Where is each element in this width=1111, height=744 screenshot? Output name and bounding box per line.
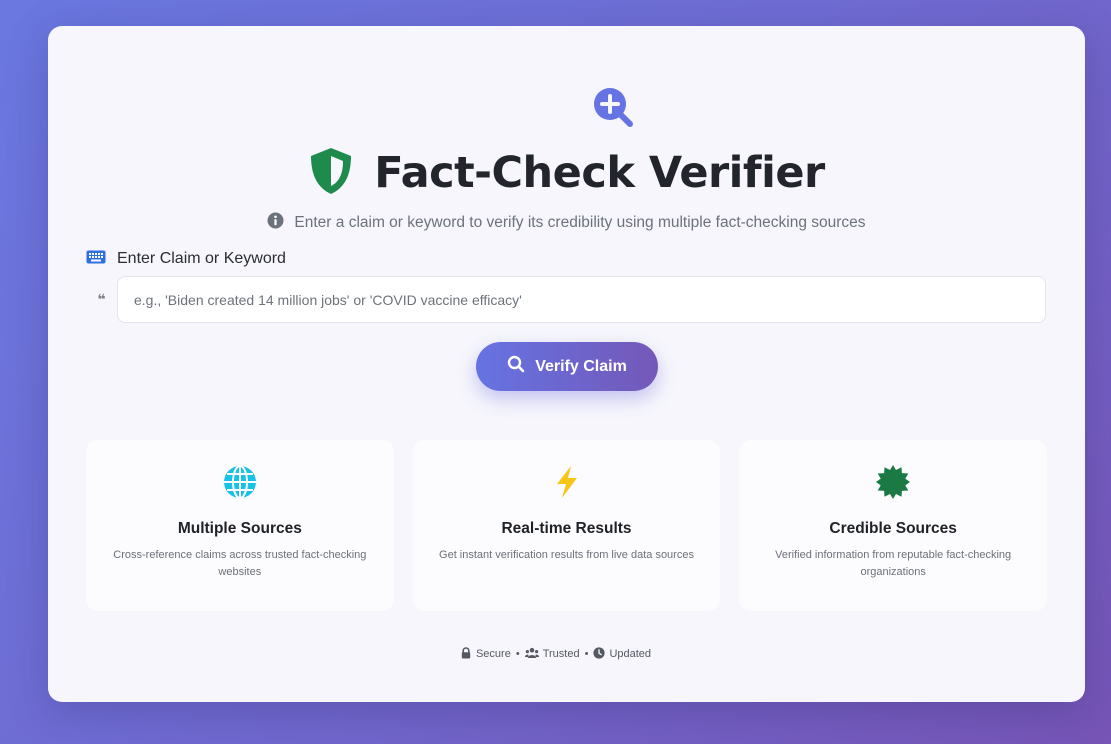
subtitle-row: Enter a claim or keyword to verify its c… (48, 212, 1085, 234)
subtitle-text: Enter a claim or keyword to verify its c… (294, 214, 866, 231)
page-title: Fact-Check Verifier (374, 148, 825, 198)
info-circle-icon (267, 212, 284, 234)
footer-trusted: Trusted (542, 648, 580, 660)
claim-input-group: ❝ (86, 276, 1046, 323)
verify-claim-button[interactable]: Verify Claim (476, 342, 658, 391)
certificate-icon (875, 464, 911, 505)
claim-input[interactable] (117, 276, 1046, 323)
feature-description: Cross-reference claims across trusted fa… (113, 549, 367, 578)
quote-left-icon: ❝ (97, 291, 106, 307)
users-icon (524, 647, 539, 662)
title-row: Fact-Check Verifier (48, 144, 1085, 202)
claim-label: Enter Claim or Keyword (117, 250, 286, 267)
footer-secure: Secure (475, 648, 511, 660)
claim-label-row: Enter Claim or Keyword (86, 248, 286, 270)
feature-card-multiple-sources: Multiple Sources Cross-reference claims … (86, 440, 394, 611)
footer-badges: Secure • Trusted • Updated (0, 645, 1111, 663)
clock-icon (593, 646, 606, 662)
lock-icon (460, 646, 472, 662)
feature-card-credible-sources: Credible Sources Verified information fr… (739, 440, 1048, 611)
feature-title: Real-time Results (501, 520, 632, 537)
shield-icon (308, 146, 354, 201)
feature-description: Get instant verification results from li… (439, 549, 694, 561)
footer-separator: • (515, 648, 520, 660)
keyboard-icon (86, 250, 106, 269)
feature-title: Multiple Sources (177, 520, 302, 537)
feature-title: Credible Sources (829, 520, 957, 537)
globe-icon (222, 464, 258, 505)
search-plus-icon (592, 86, 636, 130)
feature-description: Verified information from reputable fact… (775, 549, 1012, 578)
feature-card-real-time-results: Real-time Results Get instant verificati… (412, 440, 721, 611)
verify-claim-label: Verify Claim (535, 357, 627, 375)
lightning-icon (549, 464, 585, 505)
footer-updated: Updated (609, 648, 652, 660)
search-icon (507, 355, 525, 378)
footer-separator: • (584, 648, 589, 660)
features-list: Multiple Sources Cross-reference claims … (86, 440, 1048, 611)
